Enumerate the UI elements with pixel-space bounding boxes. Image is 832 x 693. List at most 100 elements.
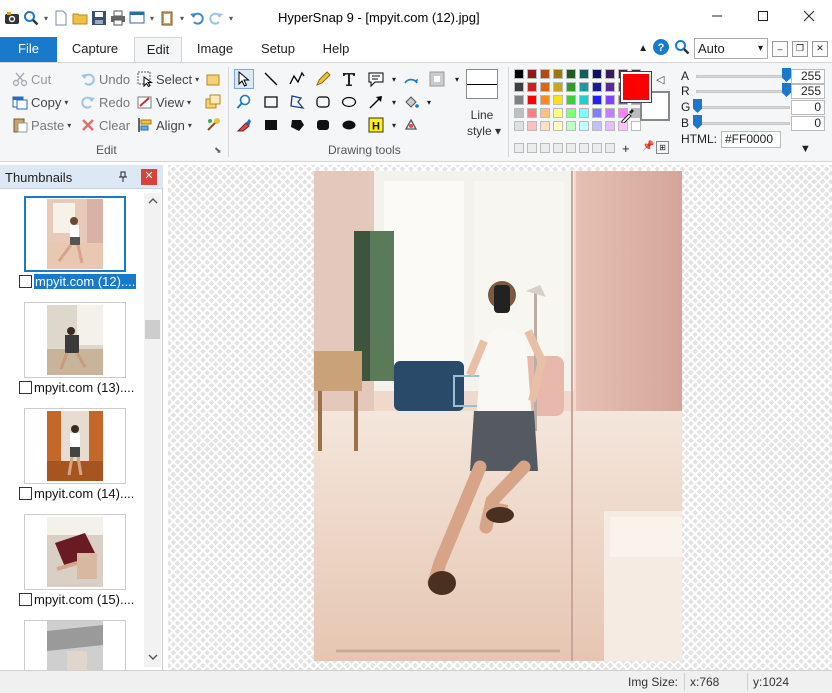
palette-swatch[interactable] (514, 69, 524, 79)
custom-color-slot[interactable] (540, 143, 550, 153)
redo-icon[interactable] (208, 10, 224, 26)
alpha-slider[interactable] (696, 75, 790, 78)
blue-slider-thumb[interactable] (693, 115, 702, 129)
palette-swatch[interactable] (527, 108, 537, 118)
text-tool-icon[interactable] (339, 69, 359, 89)
add-color-icon[interactable]: + (622, 141, 630, 156)
paste-button[interactable]: Paste ▾ (12, 115, 71, 135)
zoom-level-select[interactable]: Auto (694, 38, 768, 59)
collapse-ribbon-icon[interactable]: ▲ (638, 43, 648, 54)
polyline-tool-icon[interactable] (287, 69, 307, 89)
thumbnail-card[interactable] (24, 620, 126, 672)
clipboard-dropdown-icon[interactable]: ▾ (178, 10, 186, 26)
rectangle-tool-icon[interactable] (261, 92, 281, 112)
palette-swatch[interactable] (579, 69, 589, 79)
palette-swatch[interactable] (592, 121, 602, 131)
polygon-tool-icon[interactable] (287, 92, 307, 112)
palette-swatch[interactable] (592, 82, 602, 92)
pin-pane-icon[interactable] (118, 171, 128, 186)
palette-swatch[interactable] (540, 69, 550, 79)
palette-swatch[interactable] (527, 121, 537, 131)
thumbnail-label[interactable]: mpyit.com (15).... (34, 592, 134, 607)
print-icon[interactable] (110, 10, 126, 26)
palette-swatch[interactable] (540, 95, 550, 105)
line-tool-icon[interactable] (261, 69, 281, 89)
palette-swatch[interactable] (553, 69, 563, 79)
palette-swatch[interactable] (527, 95, 537, 105)
help-icon[interactable]: ? (652, 38, 670, 59)
filled-polygon-tool-icon[interactable] (287, 115, 307, 135)
image-canvas[interactable] (168, 165, 832, 670)
arrow-tool-icon[interactable] (366, 92, 386, 112)
app-camera-icon[interactable] (4, 10, 20, 26)
palette-swatch[interactable] (514, 95, 524, 105)
scroll-down-icon[interactable] (144, 650, 161, 667)
custom-color-slot[interactable] (566, 143, 576, 153)
save-icon[interactable] (91, 10, 107, 26)
effects-icon[interactable] (203, 115, 223, 135)
thumbnail-card[interactable] (24, 514, 126, 590)
blue-value-input[interactable]: 0 (791, 116, 825, 131)
red-value-input[interactable]: 255 (791, 84, 825, 99)
filled-rectangle-tool-icon[interactable] (261, 115, 281, 135)
thumbnail-card[interactable] (24, 302, 126, 378)
thumbnail-checkbox[interactable] (19, 275, 32, 288)
zoom-search-icon[interactable] (674, 39, 690, 58)
highlight-tool-icon[interactable]: H (366, 115, 386, 135)
align-button[interactable]: Align ▾ (137, 115, 192, 135)
cut-button[interactable]: Cut (12, 69, 51, 89)
open-folder-icon[interactable] (72, 10, 88, 26)
tab-edit[interactable]: Edit (134, 37, 182, 63)
doc-restore-button[interactable]: ❐ (792, 40, 808, 57)
palette-swatch[interactable] (566, 121, 576, 131)
thumbnail-label[interactable]: mpyit.com (14).... (34, 486, 134, 501)
palette-swatch[interactable] (553, 108, 563, 118)
palette-swatch[interactable] (553, 82, 563, 92)
palette-swatch[interactable] (592, 108, 602, 118)
blue-slider[interactable] (696, 122, 790, 125)
paint-bucket-tool-icon[interactable] (401, 92, 421, 112)
edit-group-launcher-icon[interactable]: ⬊ (214, 145, 222, 156)
custom-color-slot[interactable] (592, 143, 602, 153)
thumbnails-scrollbar[interactable] (144, 193, 161, 667)
zoom-icon[interactable] (23, 10, 39, 26)
thumbnail-checkbox[interactable] (19, 381, 32, 394)
red-slider[interactable] (696, 90, 790, 93)
layers-icon[interactable] (203, 92, 223, 112)
palette-swatch[interactable] (579, 82, 589, 92)
new-file-icon[interactable] (53, 10, 69, 26)
undo-icon[interactable] (189, 10, 205, 26)
thumbnail-card[interactable] (24, 408, 126, 484)
customize-toolbar-icon[interactable]: ▾ (227, 10, 235, 26)
eraser-tool-icon[interactable] (234, 115, 254, 135)
palette-swatch[interactable] (579, 108, 589, 118)
capture-window-icon[interactable] (129, 10, 145, 26)
scroll-thumb[interactable] (145, 320, 160, 339)
tab-setup[interactable]: Setup (250, 37, 306, 62)
palette-swatch[interactable] (579, 121, 589, 131)
select-button[interactable]: Select ▾ (137, 69, 199, 89)
palette-swatch[interactable] (527, 69, 537, 79)
tab-capture[interactable]: Capture (60, 37, 130, 62)
ellipse-tool-icon[interactable] (339, 92, 359, 112)
tab-help[interactable]: Help (312, 37, 360, 62)
copy-button[interactable]: Copy ▾ (12, 92, 68, 112)
palette-swatch[interactable] (553, 121, 563, 131)
bucket-dropdown-icon[interactable]: ▾ (419, 92, 439, 112)
palette-swatch[interactable] (527, 82, 537, 92)
palette-swatch[interactable] (540, 108, 550, 118)
clear-button[interactable]: Clear (80, 115, 130, 135)
pencil-tool-icon[interactable] (313, 69, 333, 89)
minimize-button[interactable] (694, 0, 740, 32)
rounded-rectangle-tool-icon[interactable] (313, 92, 333, 112)
custom-color-slot[interactable] (605, 143, 615, 153)
zoom-dropdown-icon[interactable]: ▾ (42, 10, 50, 26)
tab-file[interactable]: File (0, 37, 57, 62)
opened-image[interactable] (314, 171, 682, 661)
capture-dropdown-icon[interactable]: ▾ (148, 10, 156, 26)
palette-swatch[interactable] (540, 82, 550, 92)
palette-swatch[interactable] (566, 82, 576, 92)
palette-swatch[interactable] (605, 108, 615, 118)
close-pane-button[interactable]: ✕ (141, 169, 157, 185)
expand-color-panel-icon[interactable]: ▼ (800, 143, 811, 155)
